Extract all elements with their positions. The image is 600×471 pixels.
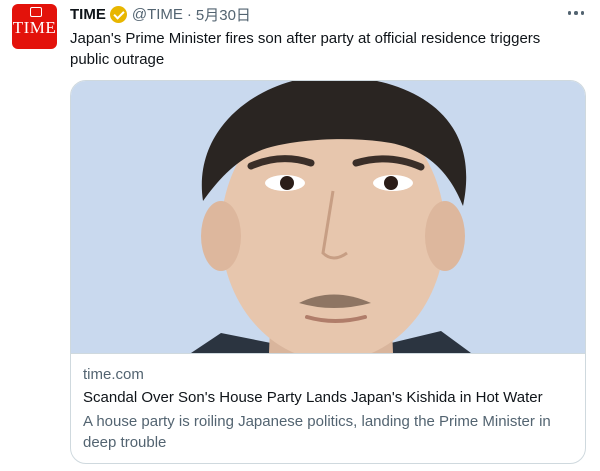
card-photo <box>71 81 585 361</box>
tweet-date[interactable]: 5月30日 <box>196 4 251 25</box>
link-card[interactable]: time.com Scandal Over Son's House Party … <box>70 80 586 464</box>
verified-badge-icon <box>109 5 127 23</box>
author-handle[interactable]: @TIME <box>132 6 183 23</box>
author-name[interactable]: TIME <box>70 6 106 23</box>
separator-dot: · <box>186 5 192 23</box>
card-description: A house party is roiling Japanese politi… <box>83 413 551 451</box>
tweet-header: TIME @TIME · 5月30日 <box>70 3 251 25</box>
more-dots-icon[interactable] <box>564 2 588 24</box>
avatar-logo-text: TIME <box>12 18 57 37</box>
avatar[interactable]: TIME <box>12 4 57 49</box>
time-logo-mark <box>30 7 42 17</box>
tweet-text: Japan's Prime Minister fires son after p… <box>70 30 541 68</box>
card-info: time.com Scandal Over Son's House Party … <box>71 353 585 463</box>
tweet: TIME TIME @TIME · 5月30日 Japan's Prime Mi… <box>0 0 600 471</box>
card-domain: time.com <box>83 366 144 383</box>
card-title[interactable]: Scandal Over Son's House Party Lands Jap… <box>83 389 543 406</box>
